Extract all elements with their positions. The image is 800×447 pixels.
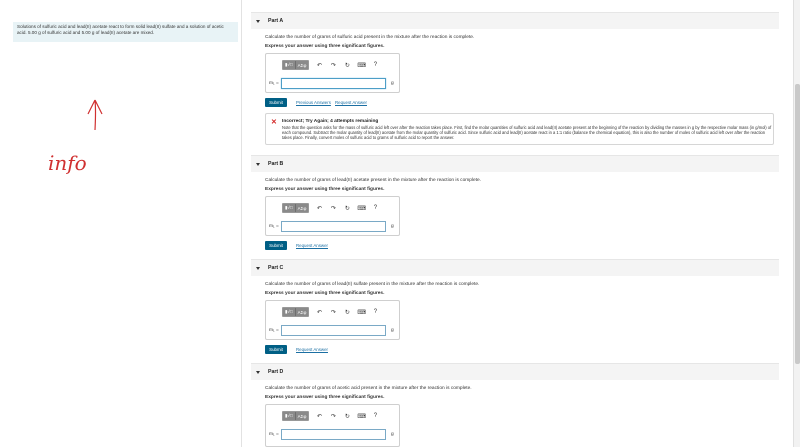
part-d-instruction: Express your answer using three signific… (265, 395, 385, 400)
variable-label: m₁ = (269, 328, 279, 333)
redo-icon[interactable]: ↷ (329, 62, 337, 69)
answer-row: m₁ = g (269, 429, 394, 440)
matrix-template-button[interactable]: ▮√□ (283, 61, 296, 69)
page: Solutions of sulfuric acid and lead(II) … (0, 0, 800, 447)
part-a-question: Calculate the number of grams of sulfuri… (265, 35, 475, 40)
part-d-question: Calculate the number of grams of acetic … (265, 386, 472, 391)
greek-template-button[interactable]: ΑΣφ (296, 412, 309, 420)
variable-label: m₁ = (269, 432, 279, 437)
part-c-answer-box: ▮√□ ΑΣφ ↶ ↷ ↻ ⌨ ? m₁ = g (265, 300, 400, 340)
collapse-caret-icon[interactable] (256, 266, 260, 270)
submit-button[interactable]: Submit (265, 345, 287, 354)
greek-template-button[interactable]: ΑΣφ (296, 204, 309, 212)
collapse-caret-icon[interactable] (256, 370, 260, 374)
feedback-text: Note that the question asks for the mass… (282, 125, 772, 141)
collapse-caret-icon[interactable] (256, 162, 260, 166)
matrix-template-button[interactable]: ▮√□ (283, 204, 296, 212)
keyboard-icon[interactable]: ⌨ (357, 62, 366, 69)
unit-label: g (391, 224, 394, 229)
part-b-header[interactable]: Part B (251, 155, 779, 172)
undo-icon[interactable]: ↶ (315, 309, 323, 316)
request-answer-link[interactable]: Request Answer (296, 347, 328, 352)
math-toolbar: ▮√□ ΑΣφ ↶ ↷ ↻ ⌨ ? (282, 411, 379, 421)
scroll-thumb[interactable] (795, 84, 800, 364)
feedback-box: ✕ Incorrect; Try Again; 4 attempts remai… (265, 113, 774, 145)
reset-icon[interactable]: ↻ (343, 205, 351, 212)
answer-input[interactable] (281, 221, 386, 232)
undo-icon[interactable]: ↶ (315, 413, 323, 420)
keyboard-icon[interactable]: ⌨ (357, 309, 366, 316)
matrix-template-button[interactable]: ▮√□ (283, 412, 296, 420)
part-c-header[interactable]: Part C (251, 259, 779, 276)
matrix-template-button[interactable]: ▮√□ (283, 308, 296, 316)
part-d-answer-box: ▮√□ ΑΣφ ↶ ↷ ↻ ⌨ ? m₁ = g (265, 404, 400, 447)
help-icon[interactable]: ? (371, 413, 379, 419)
part-c-title: Part C (268, 265, 284, 271)
unit-label: g (391, 432, 394, 437)
template-buttons: ▮√□ ΑΣφ (282, 307, 310, 317)
reset-icon[interactable]: ↻ (343, 62, 351, 69)
handwritten-annotation: info (48, 99, 103, 175)
collapse-caret-icon[interactable] (256, 19, 260, 23)
math-toolbar: ▮√□ ΑΣφ ↶ ↷ ↻ ⌨ ? (282, 60, 379, 70)
template-buttons: ▮√□ ΑΣφ (282, 411, 310, 421)
incorrect-icon: ✕ (271, 119, 277, 126)
part-c-question: Calculate the number of grams of lead(II… (265, 282, 480, 287)
redo-icon[interactable]: ↷ (329, 205, 337, 212)
request-answer-link[interactable]: Request Answer (296, 243, 328, 248)
feedback-title: Incorrect; Try Again; 4 attempts remaini… (282, 119, 379, 124)
undo-icon[interactable]: ↶ (315, 205, 323, 212)
part-b-instruction: Express your answer using three signific… (265, 187, 385, 192)
part-a-title: Part A (268, 18, 284, 24)
reset-icon[interactable]: ↻ (343, 413, 351, 420)
template-buttons: ▮√□ ΑΣφ (282, 60, 310, 70)
answer-input[interactable] (281, 429, 386, 440)
answer-row: m₁ = g (269, 221, 394, 232)
redo-icon[interactable]: ↷ (329, 309, 337, 316)
help-icon[interactable]: ? (371, 205, 379, 211)
help-icon[interactable]: ? (371, 62, 379, 68)
problem-intro: Solutions of sulfuric acid and lead(II) … (13, 22, 238, 42)
unit-label: g (391, 81, 394, 86)
greek-template-button[interactable]: ΑΣφ (296, 308, 309, 316)
part-d-header[interactable]: Part D (251, 363, 779, 380)
part-d-title: Part D (268, 369, 284, 375)
left-panel: Solutions of sulfuric acid and lead(II) … (0, 0, 242, 447)
unit-label: g (391, 328, 394, 333)
part-c-instruction: Express your answer using three signific… (265, 291, 385, 296)
math-toolbar: ▮√□ ΑΣφ ↶ ↷ ↻ ⌨ ? (282, 307, 379, 317)
template-buttons: ▮√□ ΑΣφ (282, 203, 310, 213)
part-a-instruction: Express your answer using three signific… (265, 44, 385, 49)
variable-label: m₁ = (269, 224, 279, 229)
undo-icon[interactable]: ↶ (315, 62, 323, 69)
submit-button[interactable]: Submit (265, 98, 287, 107)
previous-answers-link[interactable]: Previous Answers (296, 100, 331, 105)
part-a-answer-box: ▮√□ ΑΣφ ↶ ↷ ↻ ⌨ ? m₁ = g (265, 53, 400, 93)
answer-row: m₁ = g (269, 325, 394, 336)
main-content: Part A Calculate the number of grams of … (251, 0, 779, 447)
keyboard-icon[interactable]: ⌨ (357, 205, 366, 212)
redo-icon[interactable]: ↷ (329, 413, 337, 420)
request-answer-link[interactable]: Request Answer (335, 100, 367, 105)
reset-icon[interactable]: ↻ (343, 309, 351, 316)
help-icon[interactable]: ? (371, 309, 379, 315)
answer-row: m₁ = g (269, 78, 394, 89)
part-a-header[interactable]: Part A (251, 12, 779, 29)
variable-label: m₁ = (269, 81, 279, 86)
vertical-scrollbar[interactable] (793, 0, 800, 447)
part-b-title: Part B (268, 161, 284, 167)
keyboard-icon[interactable]: ⌨ (357, 413, 366, 420)
part-b-question: Calculate the number of grams of lead(II… (265, 178, 481, 183)
answer-input[interactable] (281, 325, 386, 336)
part-b-answer-box: ▮√□ ΑΣφ ↶ ↷ ↻ ⌨ ? m₁ = g (265, 196, 400, 236)
greek-template-button[interactable]: ΑΣφ (296, 61, 309, 69)
submit-button[interactable]: Submit (265, 241, 287, 250)
answer-input[interactable] (281, 78, 386, 89)
handwritten-note: info (48, 151, 87, 175)
math-toolbar: ▮√□ ΑΣφ ↶ ↷ ↻ ⌨ ? (282, 203, 379, 213)
